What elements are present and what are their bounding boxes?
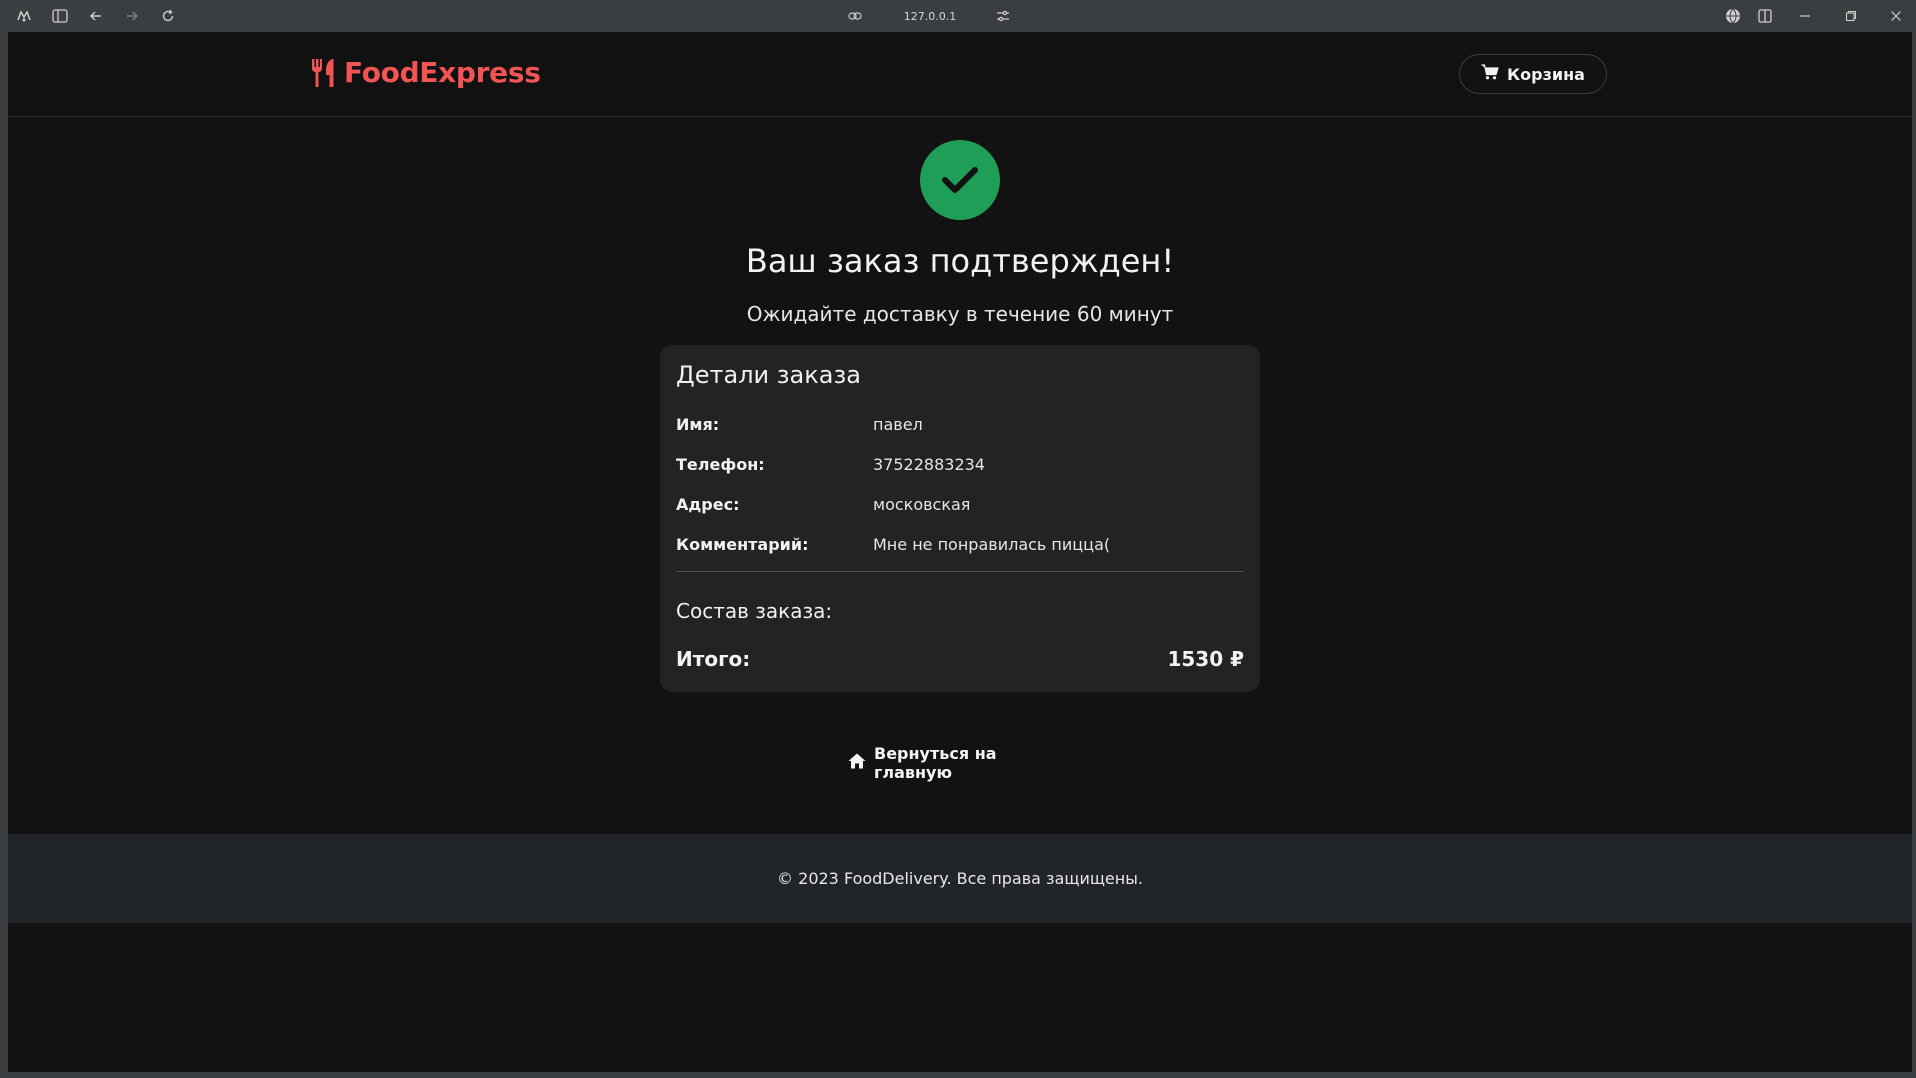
page-viewport: FoodExpress Корзина Ваш заказ подтвержде… [8, 32, 1912, 1072]
field-label: Имя: [676, 415, 720, 434]
cart-button[interactable]: Корзина [1459, 54, 1607, 94]
brand-logo[interactable]: FoodExpress [310, 56, 541, 89]
reload-icon[interactable] [158, 6, 178, 26]
back-home-label: Вернуться на главную [874, 744, 997, 782]
back-home-link[interactable]: Вернуться на главную [848, 744, 1072, 782]
success-check-icon [920, 140, 1000, 220]
confirmation-title: Ваш заказ подтвержден! [745, 242, 1175, 280]
field-value: московская [873, 495, 971, 514]
browser-toolbar: 127.0.0.1 [0, 0, 1916, 32]
forward-icon[interactable] [122, 6, 142, 26]
delivery-estimate: Ожидайте доставку в течение 60 минут [746, 302, 1174, 326]
order-field-comment: Комментарий: Мне не понравилась пицца( [676, 535, 1244, 559]
field-value: павел [873, 415, 923, 434]
field-label: Комментарий: [676, 535, 809, 554]
order-field-name: Имя: павел [676, 415, 1244, 439]
order-details-card: Детали заказа Имя: павел Телефон: 375228… [660, 345, 1260, 692]
order-details-title: Детали заказа [676, 361, 861, 389]
utensils-icon [310, 58, 336, 88]
split-icon[interactable] [1755, 6, 1775, 26]
brand-name: FoodExpress [344, 56, 541, 89]
order-field-phone: Телефон: 37522883234 [676, 455, 1244, 479]
field-value: 37522883234 [873, 455, 985, 474]
back-icon[interactable] [86, 6, 106, 26]
copyright-text: © 2023 FoodDelivery. Все права защищены. [777, 869, 1143, 888]
address-bar[interactable]: 127.0.0.1 [850, 0, 1010, 32]
divider [676, 571, 1244, 572]
order-composition-heading: Состав заказа: [676, 599, 833, 623]
close-icon[interactable] [1886, 6, 1906, 26]
field-value: Мне не понравилась пицца( [873, 535, 1111, 554]
globe-icon[interactable] [1723, 6, 1743, 26]
total-value: 1530 ₽ [1167, 647, 1244, 671]
total-label: Итого: [676, 647, 751, 671]
app-icon[interactable] [14, 6, 34, 26]
site-header: FoodExpress Корзина [8, 32, 1912, 117]
site-footer: © 2023 FoodDelivery. Все права защищены. [8, 834, 1912, 923]
field-label: Адрес: [676, 495, 740, 514]
minimize-icon[interactable] [1795, 6, 1815, 26]
settings-icon[interactable] [993, 6, 1013, 26]
restore-icon[interactable] [1841, 6, 1861, 26]
order-field-address: Адрес: московская [676, 495, 1244, 519]
sidebar-icon[interactable] [50, 6, 70, 26]
field-label: Телефон: [676, 455, 765, 474]
cart-label: Корзина [1507, 64, 1585, 84]
home-icon [848, 753, 866, 773]
cart-icon [1481, 64, 1499, 84]
